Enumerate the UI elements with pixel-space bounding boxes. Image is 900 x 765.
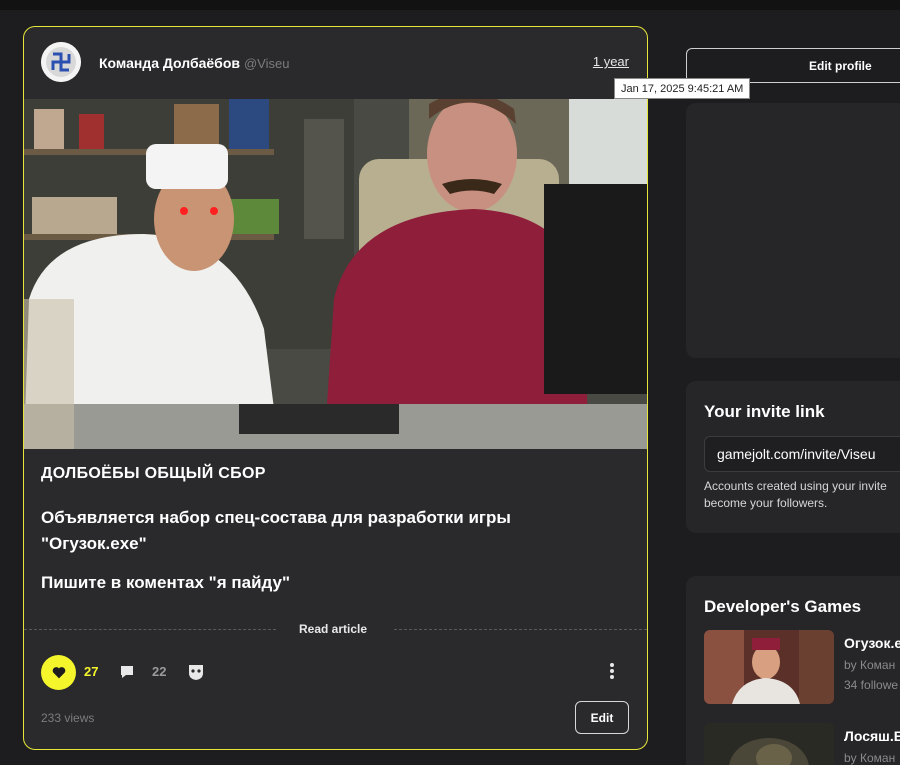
view-count: 233 views bbox=[41, 711, 95, 725]
author-display-name[interactable]: Команда Долбаёбов bbox=[99, 55, 240, 71]
developer-games-panel: Developer's Games Огузок.e by Коман 34 f… bbox=[686, 576, 900, 765]
top-bar bbox=[0, 0, 900, 10]
heart-icon bbox=[52, 667, 65, 679]
author-handle[interactable]: @Viseu bbox=[244, 56, 289, 71]
post-body: Объявляется набор спец-состава для разра… bbox=[41, 505, 621, 609]
game-name[interactable]: Лосяш.E bbox=[844, 728, 900, 744]
invite-note: Accounts created using your invite becom… bbox=[704, 479, 887, 510]
game-item[interactable]: Огузок.e by Коман 34 followe bbox=[704, 630, 900, 704]
author-avatar[interactable] bbox=[41, 42, 81, 82]
game-thumbnail[interactable] bbox=[704, 630, 834, 704]
comment-icon[interactable] bbox=[119, 664, 135, 680]
post-actions: 27 22 bbox=[24, 653, 647, 693]
invite-title: Your invite link bbox=[704, 402, 825, 421]
read-article-row: Read article bbox=[24, 619, 647, 639]
post-image[interactable] bbox=[24, 99, 648, 449]
post-time-link[interactable]: 1 year bbox=[593, 54, 629, 69]
post-card: Команда Долбаёбов @Viseu 1 year ДОЛБОЁБЫ… bbox=[23, 26, 648, 750]
profile-panel bbox=[686, 103, 900, 358]
edit-button[interactable]: Edit bbox=[575, 701, 629, 734]
like-button[interactable] bbox=[41, 655, 76, 690]
divider-right bbox=[394, 629, 647, 630]
read-article-link[interactable]: Read article bbox=[299, 622, 367, 636]
post-header: Команда Долбаёбов @Viseu 1 year bbox=[24, 27, 647, 99]
more-options-icon[interactable] bbox=[609, 663, 615, 681]
post-body-paragraph-2: Пишите в коментах "я пайду" bbox=[41, 573, 291, 592]
mask-icon[interactable] bbox=[187, 663, 205, 681]
game-thumbnail[interactable] bbox=[704, 723, 834, 765]
developer-games-title: Developer's Games bbox=[704, 597, 862, 616]
game-name[interactable]: Огузок.e bbox=[844, 635, 900, 651]
game-item[interactable]: Лосяш.E by Коман bbox=[704, 723, 900, 765]
post-body-paragraph-1: Объявляется набор спец-состава для разра… bbox=[41, 508, 511, 553]
game-developer[interactable]: by Коман bbox=[844, 751, 895, 765]
invite-panel: Your invite link gamejolt.com/invite/Vis… bbox=[686, 381, 900, 533]
timestamp-tooltip: Jan 17, 2025 9:45:21 AM bbox=[614, 78, 750, 99]
invite-link-field[interactable]: gamejolt.com/invite/Viseu bbox=[704, 436, 900, 472]
game-developer[interactable]: by Коман bbox=[844, 658, 895, 672]
divider-left bbox=[24, 629, 276, 630]
post-title[interactable]: ДОЛБОЁБЫ ОБЩЫЙ СБОР bbox=[41, 465, 266, 483]
author-name[interactable]: Команда Долбаёбов @Viseu bbox=[99, 55, 289, 71]
comment-count[interactable]: 22 bbox=[152, 664, 166, 679]
game-followers: 34 followe bbox=[844, 678, 899, 692]
like-count[interactable]: 27 bbox=[84, 664, 98, 679]
